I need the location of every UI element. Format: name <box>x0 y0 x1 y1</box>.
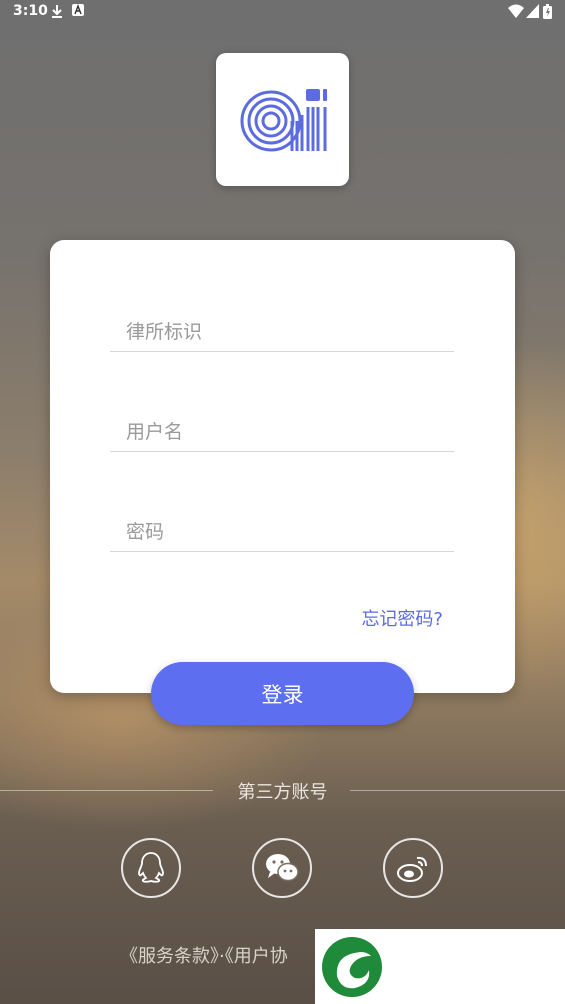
wechat-icon <box>266 854 299 882</box>
firm-id-input[interactable] <box>110 312 454 352</box>
watermark-badge <box>315 929 565 1004</box>
app-logo <box>216 53 349 186</box>
status-time: 3:10 <box>13 3 48 19</box>
qq-icon <box>138 852 164 883</box>
wechat-login-button[interactable] <box>252 838 312 898</box>
forgot-password-link[interactable]: 忘记密码? <box>361 605 443 631</box>
download-icon <box>52 5 62 18</box>
weibo-icon <box>397 856 427 882</box>
ai-logo-icon <box>240 89 327 152</box>
status-bar: 3:10 <box>0 0 565 24</box>
leaf-logo-icon <box>322 937 382 997</box>
terms-link[interactable]: 《服务条款》·《用户协 <box>120 942 288 968</box>
login-button[interactable]: 登录 <box>151 662 414 725</box>
a-notification-icon <box>72 4 84 16</box>
signal-icon <box>526 4 539 18</box>
username-input[interactable] <box>110 412 454 452</box>
password-input[interactable] <box>110 512 454 552</box>
battery-icon <box>543 4 552 19</box>
third-party-label: 第三方账号 <box>237 782 328 803</box>
wifi-icon <box>508 4 524 18</box>
login-card: 忘记密码? <box>50 240 515 693</box>
weibo-login-button[interactable] <box>383 838 443 898</box>
qq-login-button[interactable] <box>121 838 181 898</box>
